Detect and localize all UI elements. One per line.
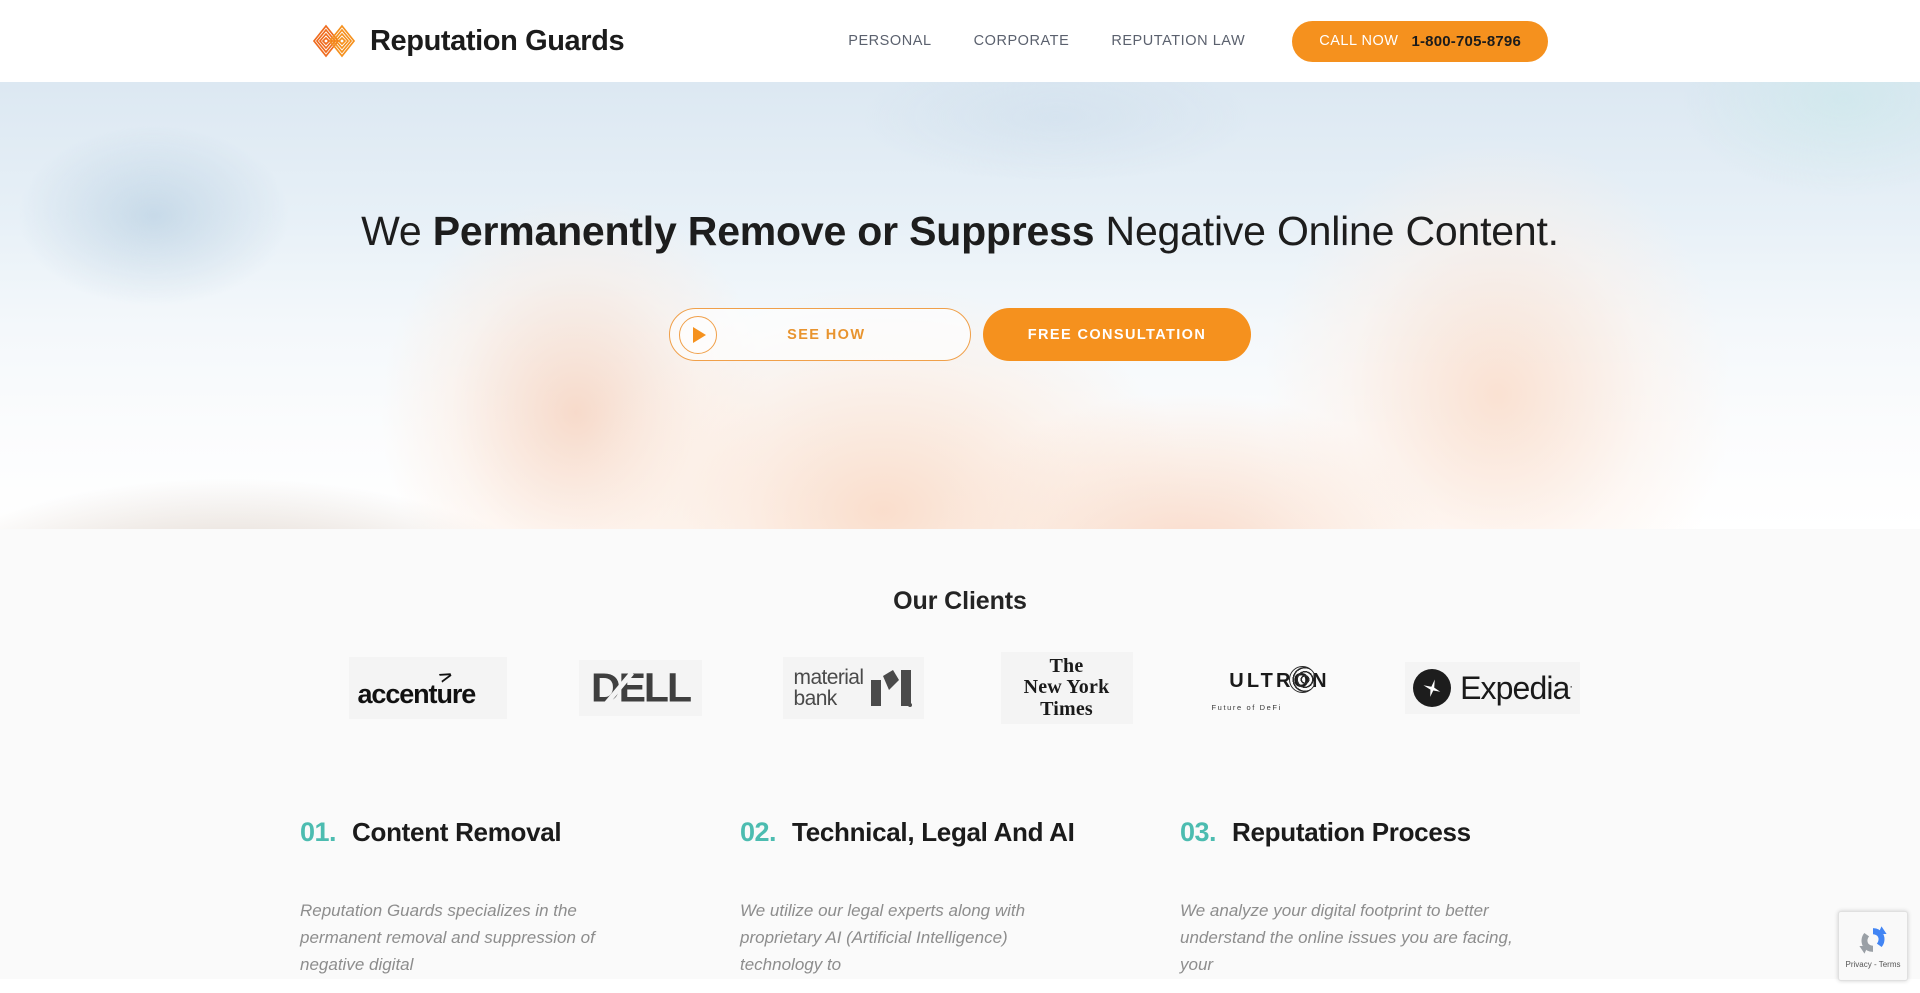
material-bank-wordmark: material bank (794, 667, 864, 709)
client-logo-ultron: ULTRON Future of DeFi (1173, 652, 1386, 724)
nyt-line1: The (1049, 655, 1084, 678)
nav-item-reputation-law[interactable]: REPUTATION LAW (1090, 33, 1266, 49)
feature-2-body: We utilize our legal experts along with … (740, 901, 1026, 974)
feature-column-3: 03. Reputation Process We analyze your d… (1180, 817, 1620, 979)
feature-column-1: 01. Content Removal Reputation Guards sp… (300, 817, 740, 979)
see-how-button[interactable]: SEE HOW (668, 308, 971, 361)
client-logo-material-bank: material bank (747, 652, 960, 724)
feature-3-title: Reputation Process (1232, 817, 1471, 847)
brand-name: Reputation Guards (370, 24, 625, 57)
clients-title: Our Clients (893, 587, 1027, 615)
client-logo-dell: DELL (534, 652, 747, 724)
feature-3-heading: 03. Reputation Process (1180, 817, 1525, 848)
hero-headline-emphasis: Permanently Remove or Suppress (432, 208, 1095, 254)
airplane-glyph (1423, 679, 1441, 697)
feature-1-number: 01. (300, 817, 337, 847)
globe-o-icon (1288, 666, 1316, 693)
airplane-icon (1413, 669, 1452, 707)
feature-2-number: 02. (740, 817, 777, 847)
material-bank-logo: material bank (783, 657, 924, 719)
nyt-line3: Times (1040, 697, 1093, 720)
hero-headline-lead: We (361, 208, 433, 254)
see-how-label: SEE HOW (787, 326, 866, 343)
ultron-logo: ULTRON Future of DeFi (1206, 662, 1354, 714)
call-now-phone: 1-800-705-8796 (1411, 32, 1521, 50)
m-monogram-icon (871, 670, 913, 707)
feature-1-body: Reputation Guards specializes in the per… (300, 901, 595, 974)
feature-3-body: We analyze your digital footprint to bet… (1180, 901, 1513, 974)
expedia-wordmark: Expedia. (1460, 669, 1573, 706)
interlocking-diamonds-logo-icon (312, 24, 356, 58)
recaptcha-badge[interactable]: Privacy - Terms (1838, 911, 1908, 981)
nav-item-corporate[interactable]: CORPORATE (953, 33, 1091, 49)
hero-section: We Permanently Remove or Suppress Negati… (0, 82, 1920, 529)
main-navigation: PERSONAL CORPORATE REPUTATION LAW CALL N… (827, 20, 1548, 62)
recaptcha-privacy-terms: Privacy - Terms (1845, 960, 1901, 969)
client-logo-accenture: accenture > (321, 652, 534, 724)
ultron-tagline: Future of DeFi (1211, 703, 1282, 712)
clients-section: Our Clients accenture > DELL material ba… (0, 529, 1920, 724)
accenture-logo: accenture > (348, 657, 507, 719)
feature-3-number: 03. (1180, 817, 1217, 847)
accenture-wordmark: accenture (357, 679, 477, 709)
features-section: 01. Content Removal Reputation Guards sp… (0, 724, 1920, 979)
page-root: Reputation Guards PERSONAL CORPORATE REP… (0, 0, 1920, 993)
recaptcha-logo-icon (1859, 926, 1887, 954)
client-logo-new-york-times: The New York Times (960, 652, 1173, 724)
feature-1-heading: 01. Content Removal (300, 817, 645, 848)
feature-2-title: Technical, Legal And AI (792, 817, 1075, 847)
brand-logo-link[interactable]: Reputation Guards (312, 24, 625, 58)
nyt-logo: The New York Times (1000, 652, 1133, 724)
play-icon (678, 315, 717, 354)
call-now-button[interactable]: CALL NOW 1-800-705-8796 (1292, 20, 1548, 62)
material-bank-line1: material (793, 666, 864, 689)
feature-column-2: 02. Technical, Legal And AI We utilize o… (740, 817, 1180, 979)
hero-headline: We Permanently Remove or Suppress Negati… (361, 208, 1559, 255)
nyt-line2: New York (1023, 676, 1110, 699)
feature-1-title: Content Removal (352, 817, 562, 847)
material-bank-line2: bank (793, 687, 838, 710)
expedia-registered: . (1569, 675, 1573, 690)
feature-2-heading: 02. Technical, Legal And AI (740, 817, 1085, 848)
nav-item-personal[interactable]: PERSONAL (827, 33, 952, 49)
free-consultation-button[interactable]: FREE CONSULTATION (982, 308, 1252, 361)
client-logo-expedia: Expedia. (1386, 652, 1599, 724)
ultron-wordmark: ULTRON (1229, 670, 1330, 692)
expedia-logo: Expedia. (1405, 662, 1580, 714)
site-header: Reputation Guards PERSONAL CORPORATE REP… (0, 0, 1920, 82)
call-now-label: CALL NOW (1319, 33, 1399, 49)
hero-headline-tail: Negative Online Content. (1094, 208, 1560, 254)
hero-cta-group: SEE HOW FREE CONSULTATION (668, 308, 1252, 361)
client-logos-row: accenture > DELL material bank The New Y… (0, 652, 1920, 724)
dell-logo: DELL (579, 660, 702, 716)
